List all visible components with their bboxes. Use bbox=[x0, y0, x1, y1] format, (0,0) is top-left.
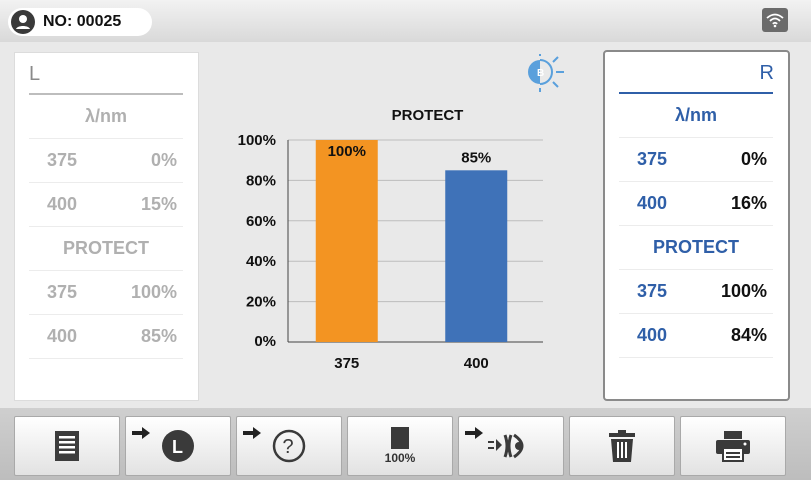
protection: 84% bbox=[730, 325, 767, 345]
table-row: 400 15% bbox=[29, 183, 183, 227]
y-tick-label: 100% bbox=[238, 132, 276, 149]
transmittance-button[interactable]: 100% bbox=[347, 416, 453, 476]
y-tick-label: 80% bbox=[246, 172, 276, 189]
protection: 100% bbox=[720, 281, 767, 301]
table-row: 375 100% bbox=[29, 271, 183, 315]
transmittance: 0% bbox=[740, 149, 767, 169]
y-tick-label: 0% bbox=[254, 333, 276, 350]
left-lens-panel[interactable]: L λ/nm 375 0% 400 15% PROTECT 375 100% 4… bbox=[14, 52, 199, 401]
table-row: 375 100% bbox=[619, 270, 773, 314]
eye-lens-button[interactable] bbox=[458, 416, 564, 476]
record-number: NO: 00025 bbox=[43, 13, 122, 30]
data-label: 100% bbox=[328, 143, 366, 160]
transmittance-icon bbox=[391, 427, 409, 449]
record-number-pill: NO: 00025 bbox=[8, 8, 152, 36]
transmittance: 16% bbox=[730, 193, 767, 213]
protect-chart: PROTECT 0% 20% 40% 60% 80% 100% 100% 375 85% 400 bbox=[210, 50, 595, 390]
unit-label: λ/nm bbox=[29, 95, 183, 139]
table-row: 400 16% bbox=[619, 182, 773, 226]
y-tick-label: 20% bbox=[246, 294, 276, 311]
wifi-icon[interactable] bbox=[762, 8, 788, 32]
protect-label: PROTECT bbox=[29, 227, 183, 271]
table-row: 375 0% bbox=[29, 139, 183, 183]
arrow-right-icon bbox=[243, 427, 261, 439]
svg-text:?: ? bbox=[283, 436, 294, 458]
transmittance-label: 100% bbox=[384, 451, 416, 465]
bar bbox=[315, 140, 378, 342]
chart-title: PROTECT bbox=[392, 107, 464, 124]
table-row: 375 0% bbox=[619, 138, 773, 182]
y-tick-label: 60% bbox=[246, 213, 276, 230]
chart-svg: PROTECT 0% 20% 40% 60% 80% 100% 100% 375 85% 400 bbox=[238, 107, 543, 372]
x-tick-label: 400 bbox=[464, 355, 489, 372]
wavelength: 375 bbox=[47, 150, 78, 170]
top-bar: NO: 00025 bbox=[0, 0, 811, 42]
wavelength: 400 bbox=[47, 326, 78, 346]
protect-label: PROTECT bbox=[619, 226, 773, 270]
svg-text:L: L bbox=[172, 437, 183, 457]
bar bbox=[445, 170, 508, 342]
transmittance: 0% bbox=[150, 150, 177, 170]
user-icon bbox=[11, 10, 35, 34]
unit-label: λ/nm bbox=[619, 94, 773, 138]
printer-icon bbox=[716, 431, 750, 462]
arrow-right-icon bbox=[132, 427, 150, 439]
protection: 100% bbox=[130, 282, 177, 302]
wavelength: 400 bbox=[637, 193, 668, 213]
protection: 85% bbox=[140, 326, 177, 346]
list-button[interactable] bbox=[14, 416, 120, 476]
print-button[interactable] bbox=[680, 416, 786, 476]
arrow-right-icon bbox=[465, 427, 483, 439]
list-icon bbox=[55, 431, 79, 461]
table-row: 400 85% bbox=[29, 315, 183, 359]
side-label: R bbox=[759, 62, 774, 84]
table-row: 400 84% bbox=[619, 314, 773, 358]
left-lens-button[interactable]: L bbox=[125, 416, 231, 476]
wavelength: 375 bbox=[637, 281, 668, 301]
wavelength: 375 bbox=[47, 282, 78, 302]
transmittance: 15% bbox=[140, 194, 177, 214]
trash-icon bbox=[609, 430, 635, 462]
y-tick-label: 40% bbox=[246, 253, 276, 270]
delete-button[interactable] bbox=[569, 416, 675, 476]
help-icon: ? bbox=[272, 429, 306, 463]
x-tick-label: 375 bbox=[334, 355, 359, 372]
side-label: L bbox=[29, 63, 41, 85]
left-lens-icon: L bbox=[162, 430, 194, 462]
wavelength: 375 bbox=[637, 149, 668, 169]
right-lens-panel[interactable]: R λ/nm 375 0% 400 16% PROTECT 375 100% 4… bbox=[603, 50, 790, 401]
wavelength: 400 bbox=[47, 194, 78, 214]
eye-lens-icon bbox=[488, 433, 524, 459]
wavelength: 400 bbox=[637, 325, 668, 345]
data-label: 85% bbox=[461, 149, 491, 166]
bottom-toolbar: L ? 100% bbox=[0, 408, 811, 480]
help-button[interactable]: ? bbox=[236, 416, 342, 476]
